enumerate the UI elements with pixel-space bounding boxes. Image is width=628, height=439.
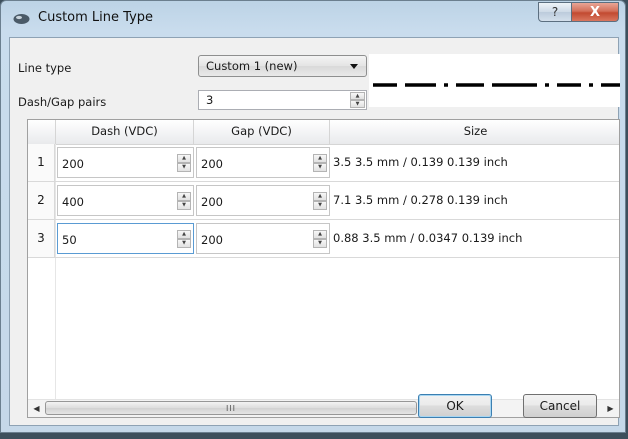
column-header-gap[interactable]: Gap (VDC) xyxy=(194,120,330,144)
dash-value: 50 xyxy=(62,233,77,247)
spin-up-icon[interactable]: ▲ xyxy=(313,230,327,239)
dash-value: 400 xyxy=(62,195,84,209)
size-cell: 3.5 3.5 mm / 0.139 0.139 inch xyxy=(333,155,508,169)
scroll-left-icon[interactable]: ◀ xyxy=(28,400,45,417)
spin-down-icon[interactable]: ▼ xyxy=(177,201,191,210)
dash-stepper: ▲ ▼ xyxy=(177,154,191,172)
line-type-label: Line type xyxy=(18,61,72,75)
line-type-icon xyxy=(13,14,30,24)
column-header-dash[interactable]: Dash (VDC) xyxy=(56,120,194,144)
dash-stepper: ▲ ▼ xyxy=(177,230,191,248)
close-button[interactable]: X xyxy=(571,2,619,22)
dash-value: 200 xyxy=(62,157,84,171)
help-button[interactable]: ? xyxy=(538,2,572,22)
column-header-size[interactable]: Size xyxy=(330,120,619,144)
chevron-down-icon xyxy=(350,64,358,69)
spin-down-icon[interactable]: ▼ xyxy=(313,239,327,248)
spin-down-icon[interactable]: ▼ xyxy=(350,100,365,108)
line-preview xyxy=(369,54,620,107)
row-number: 2 xyxy=(28,182,55,219)
dash-cell[interactable]: 400 ▲ ▼ xyxy=(57,185,194,216)
line-pattern-preview xyxy=(373,83,620,87)
gap-value: 200 xyxy=(201,157,223,171)
gap-cell[interactable]: 200 ▲ ▼ xyxy=(196,147,330,178)
help-icon: ? xyxy=(551,5,559,19)
gap-value: 200 xyxy=(201,233,223,247)
spin-up-icon[interactable]: ▲ xyxy=(313,192,327,201)
gap-value: 200 xyxy=(201,195,223,209)
dash-gap-spinbox[interactable]: 3 ▲ ▼ xyxy=(198,90,367,110)
line-type-value: Custom 1 (new) xyxy=(206,59,298,73)
dialog-client-area: Line type Custom 1 (new) Dash/Gap pairs … xyxy=(9,37,620,426)
dash-stepper: ▲ ▼ xyxy=(177,192,191,210)
spin-up-icon[interactable]: ▲ xyxy=(177,230,191,239)
spin-down-icon[interactable]: ▼ xyxy=(177,163,191,172)
row-number: 1 xyxy=(28,144,55,181)
size-cell: 7.1 3.5 mm / 0.278 0.139 inch xyxy=(333,193,508,207)
ok-button[interactable]: OK xyxy=(418,394,492,418)
row-number: 3 xyxy=(28,220,55,257)
gap-cell[interactable]: 200 ▲ ▼ xyxy=(196,185,330,216)
dialog-window: Custom Line Type ? X Line type Custom 1 … xyxy=(0,0,626,433)
spin-up-icon[interactable]: ▲ xyxy=(313,154,327,163)
dash-cell[interactable]: 200 ▲ ▼ xyxy=(57,147,194,178)
scrollbar-grip: III xyxy=(225,403,237,413)
spin-up-icon[interactable]: ▲ xyxy=(177,192,191,201)
window-title: Custom Line Type xyxy=(38,10,154,25)
spin-up-icon[interactable]: ▲ xyxy=(350,92,365,100)
dash-cell[interactable]: 50 ▲ ▼ xyxy=(57,223,194,254)
dash-gap-value: 3 xyxy=(206,93,214,107)
gap-cell[interactable]: 200 ▲ ▼ xyxy=(196,223,330,254)
spin-down-icon[interactable]: ▼ xyxy=(313,163,327,172)
spin-up-icon[interactable]: ▲ xyxy=(177,154,191,163)
spin-down-icon[interactable]: ▼ xyxy=(177,239,191,248)
spin-down-icon[interactable]: ▼ xyxy=(313,201,327,210)
dash-gap-stepper: ▲ ▼ xyxy=(350,92,365,108)
gap-stepper: ▲ ▼ xyxy=(313,154,327,172)
size-cell: 0.88 3.5 mm / 0.0347 0.139 inch xyxy=(333,231,523,245)
table-header: Dash (VDC) Gap (VDC) Size xyxy=(28,120,619,145)
close-icon: X xyxy=(589,4,601,20)
dash-gap-label: Dash/Gap pairs xyxy=(18,95,107,109)
title-bar: Custom Line Type ? X xyxy=(1,1,625,37)
cancel-button[interactable]: Cancel xyxy=(523,394,597,418)
header-corner xyxy=(28,120,56,144)
table-row: 3 50 ▲ ▼ 200 ▲ ▼ 0.88 3.5 mm / 0.0347 0.… xyxy=(28,220,619,258)
gap-stepper: ▲ ▼ xyxy=(313,230,327,248)
gap-stepper: ▲ ▼ xyxy=(313,192,327,210)
scroll-right-icon[interactable]: ▶ xyxy=(602,400,619,417)
table-row: 1 200 ▲ ▼ 200 ▲ ▼ 3.5 3.5 mm / 0.139 0.1… xyxy=(28,144,619,182)
table-row: 2 400 ▲ ▼ 200 ▲ ▼ 7.1 3.5 mm / 0.278 0.1… xyxy=(28,182,619,220)
dash-gap-table: Dash (VDC) Gap (VDC) Size 1 200 ▲ ▼ 200 xyxy=(27,119,620,418)
scrollbar-thumb[interactable]: III xyxy=(45,401,417,415)
line-type-dropdown[interactable]: Custom 1 (new) xyxy=(198,55,367,77)
